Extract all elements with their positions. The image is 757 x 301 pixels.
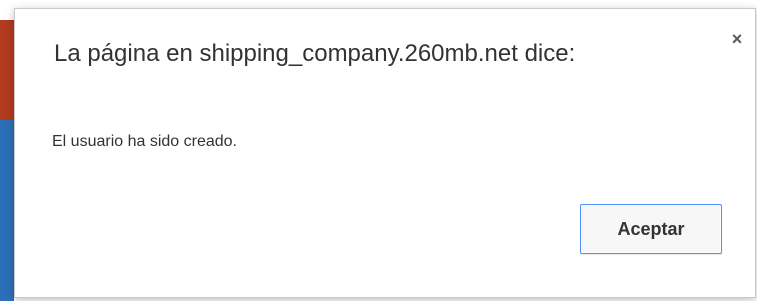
dialog-message: El usuario ha sido creado. bbox=[52, 133, 237, 150]
background-page-edge bbox=[0, 0, 14, 301]
page-backdrop: La página en shipping_company.260mb.net … bbox=[0, 0, 757, 301]
alert-dialog: La página en shipping_company.260mb.net … bbox=[14, 8, 756, 298]
close-icon[interactable]: × bbox=[727, 29, 747, 49]
ok-button[interactable]: Aceptar bbox=[580, 204, 722, 254]
dialog-title: La página en shipping_company.260mb.net … bbox=[54, 40, 576, 67]
